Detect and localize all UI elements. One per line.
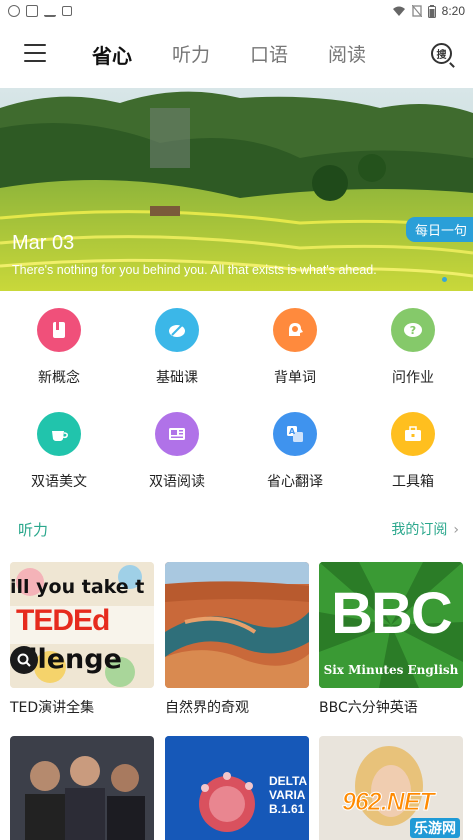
course-card-nature[interactable]: 自然界的奇观 [165, 562, 309, 717]
feature-bilingual-essays[interactable]: 双语美文 [0, 404, 118, 491]
no-sim-icon [411, 5, 422, 17]
ted-line-1: ill you take t [10, 576, 145, 598]
bbc-logo: BBC [331, 581, 453, 646]
top-navigation: 省心 听力 口语 阅读 搜 [0, 22, 473, 88]
delta-line-3: B.1.61 [269, 802, 305, 816]
canyon-river-image [165, 562, 309, 688]
feature-label: 双语美文 [31, 474, 87, 490]
status-time: 8:20 [441, 4, 465, 18]
status-bar: 8:20 [0, 0, 473, 22]
delta-thumbnail: DELTA VARIA B.1.61 [165, 736, 309, 840]
course-card-delta[interactable]: DELTA VARIA B.1.61 [165, 736, 309, 840]
feature-new-concept[interactable]: 新概念 [0, 300, 118, 387]
card-caption: 自然界的奇观 [165, 700, 249, 716]
section-title-listening: 听力 [18, 521, 49, 539]
svg-text:A: A [289, 427, 296, 436]
tab-reading[interactable]: 阅读 [328, 40, 366, 69]
cast-photo-image [10, 736, 154, 840]
banner-quote: There's nothing for you behind you. All … [12, 263, 377, 277]
wifi-icon [392, 6, 405, 16]
ted-line-2: TEDEd [16, 604, 110, 637]
battery-icon [427, 4, 436, 18]
pen-paper-icon [155, 308, 199, 352]
question-cloud-icon: ? [391, 308, 435, 352]
main-tabs: 省心 听力 口语 阅读 [92, 40, 366, 69]
my-subscriptions-link[interactable]: 我的订阅 › [391, 519, 459, 539]
feature-label: 双语阅读 [149, 474, 205, 490]
feature-label: 问作业 [392, 370, 434, 386]
card-caption: BBC六分钟英语 [319, 700, 418, 716]
search-glyph: 搜 [436, 50, 447, 61]
delta-line-2: VARIA [269, 788, 306, 802]
feature-label: 省心翻译 [267, 474, 323, 490]
toolbox-icon [391, 412, 435, 456]
feature-label: 背单词 [274, 370, 316, 386]
tab-speaking[interactable]: 口语 [250, 40, 288, 69]
text-notification-icon [62, 6, 72, 16]
site-watermark: 962.NET 乐游网 [336, 786, 473, 840]
feature-label: 基础课 [156, 370, 198, 386]
bbc-subtitle: Six Minutes English [323, 663, 459, 677]
my-subscriptions-label: 我的订阅 [391, 522, 448, 538]
feature-homework[interactable]: ? 问作业 [354, 300, 472, 387]
status-notification-icons [8, 5, 72, 17]
headset-icon [8, 5, 20, 17]
feature-bilingual-reading[interactable]: 双语阅读 [118, 404, 236, 491]
translate-icon: A [273, 412, 317, 456]
feature-vocabulary[interactable]: 背单词 [236, 300, 354, 387]
course-card-ted[interactable]: ill you take t TEDEd allenge TED演讲全集 [10, 562, 154, 717]
watermark-text: 962.NET [342, 788, 436, 817]
drama-thumbnail [10, 736, 154, 840]
carousel-indicator [442, 277, 447, 282]
feature-label: 工具箱 [392, 474, 434, 490]
book-icon [37, 308, 81, 352]
tab-listening[interactable]: 听力 [172, 40, 210, 69]
feature-translation[interactable]: A 省心翻译 [236, 404, 354, 491]
course-card-drama[interactable] [10, 736, 154, 840]
nature-thumbnail [165, 562, 309, 688]
bbc-thumbnail: BBC Six Minutes English [319, 562, 463, 688]
daily-sentence-tag: 每日一句 [405, 217, 473, 242]
svg-text:?: ? [410, 324, 416, 337]
newspaper-icon [155, 412, 199, 456]
watermark-sub: 乐游网 [410, 818, 460, 838]
rice-terrace-image [0, 88, 473, 291]
menu-icon[interactable] [24, 44, 46, 62]
feature-label: 新概念 [38, 370, 80, 386]
coffee-cup-icon [37, 412, 81, 456]
search-icon[interactable]: 搜 [431, 43, 452, 64]
head-brain-icon [273, 308, 317, 352]
delta-line-1: DELTA [269, 774, 308, 788]
card-caption: TED演讲全集 [10, 700, 95, 716]
tab-shengxin[interactable]: 省心 [92, 40, 132, 69]
course-card-bbc[interactable]: BBC Six Minutes English BBC六分钟英语 [319, 562, 463, 717]
daily-sentence-banner[interactable]: 每日一句 Mar 03 There's nothing for you behi… [0, 88, 473, 291]
chevron-right-icon: › [453, 522, 459, 538]
banner-date: Mar 03 [12, 232, 75, 254]
feature-toolbox[interactable]: 工具箱 [354, 404, 472, 491]
app-notification-icon [26, 5, 38, 17]
floating-search-icon[interactable] [10, 646, 38, 674]
download-icon [44, 5, 56, 17]
feature-basic-course[interactable]: 基础课 [118, 300, 236, 387]
